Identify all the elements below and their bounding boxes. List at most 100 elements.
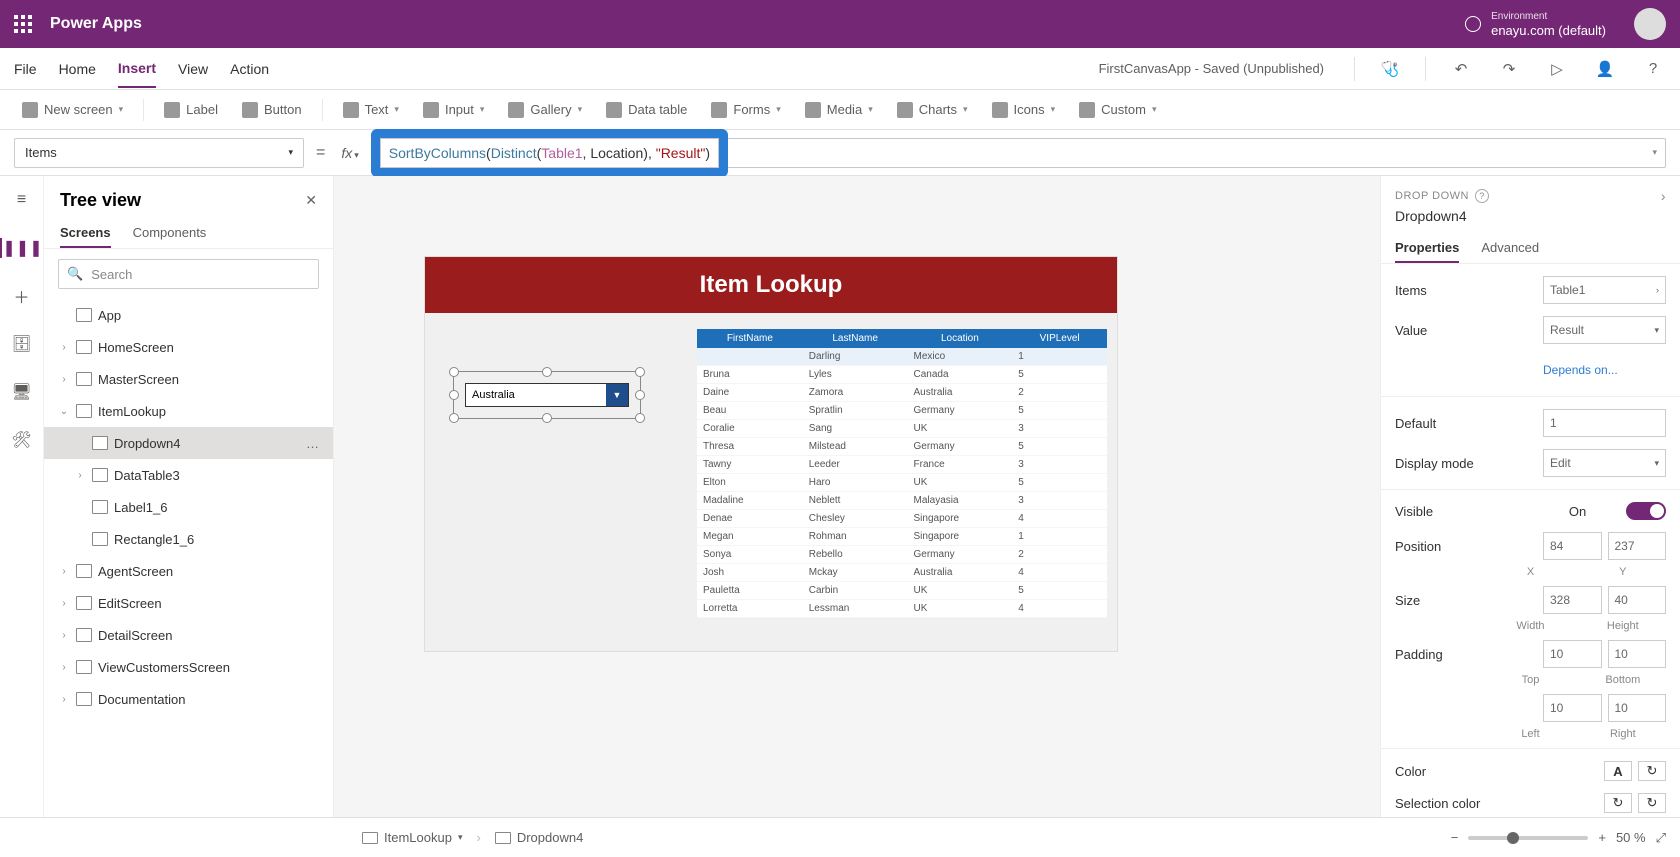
tree-item-dropdown4[interactable]: Dropdown4… xyxy=(44,427,333,459)
insert-input-label: Input xyxy=(445,102,474,117)
tree-item-label1-6[interactable]: Label1_6 xyxy=(44,491,333,523)
fit-to-window-icon[interactable]: ⤢ xyxy=(1656,830,1666,846)
prop-padtop-input[interactable]: 10 xyxy=(1543,640,1602,668)
font-color-swatch[interactable]: A xyxy=(1604,761,1632,781)
tree-search-input[interactable]: 🔍 Search xyxy=(58,259,319,289)
tree-item-documentation[interactable]: ›Documentation xyxy=(44,683,333,715)
tree-item-homescreen[interactable]: ›HomeScreen xyxy=(44,331,333,363)
undo-icon[interactable]: ↶ xyxy=(1448,60,1474,78)
insert-custom-menu[interactable]: Custom▾ xyxy=(1071,98,1164,122)
table-row: EltonHaroUK5 xyxy=(697,474,1107,492)
user-avatar[interactable] xyxy=(1634,8,1666,40)
tree-item-itemlookup[interactable]: ⌄ItemLookup xyxy=(44,395,333,427)
gallery-icon xyxy=(508,102,524,118)
breadcrumb-screen[interactable]: ItemLookup▾ xyxy=(362,830,462,845)
menu-insert[interactable]: Insert xyxy=(118,50,156,88)
tree-item-agentscreen[interactable]: ›AgentScreen xyxy=(44,555,333,587)
new-screen-button[interactable]: New screen▾ xyxy=(14,98,131,122)
insert-label-button[interactable]: Label xyxy=(156,98,226,122)
close-tree-icon[interactable]: ✕ xyxy=(305,192,317,209)
insert-gallery-menu[interactable]: Gallery▾ xyxy=(500,98,590,122)
prop-width-input[interactable]: 328 xyxy=(1543,586,1602,614)
visible-toggle[interactable] xyxy=(1626,502,1666,520)
prop-color-label: Color xyxy=(1395,764,1535,779)
tree-view-icon[interactable]: ❚❚❚ xyxy=(0,238,44,258)
tree-item-masterscreen[interactable]: ›MasterScreen xyxy=(44,363,333,395)
app-checker-icon[interactable]: 🩺 xyxy=(1377,60,1403,78)
product-name: Power Apps xyxy=(50,15,142,33)
prop-y-input[interactable]: 237 xyxy=(1608,532,1667,560)
environment-label: Environment xyxy=(1491,10,1606,24)
hamburger-icon[interactable]: ≡ xyxy=(12,190,32,210)
insert-datatable-button[interactable]: Data table xyxy=(598,98,695,122)
insert-icons-menu[interactable]: Icons▾ xyxy=(984,98,1064,122)
prop-default-input[interactable]: 1 xyxy=(1543,409,1666,437)
advanced-tools-icon[interactable]: 🛠 xyxy=(12,430,32,450)
insert-forms-menu[interactable]: Forms▾ xyxy=(703,98,788,122)
formula-input[interactable]: SortByColumns(Distinct(Table1, Location)… xyxy=(380,138,719,168)
tree-label: AgentScreen xyxy=(98,564,173,579)
media-icon xyxy=(805,102,821,118)
search-icon: 🔍 xyxy=(67,266,83,282)
prop-position-label: Position xyxy=(1395,539,1535,554)
table-row: ThresaMilsteadGermany5 xyxy=(697,438,1107,456)
fill-color-swatch[interactable]: ↻ xyxy=(1638,761,1666,781)
menu-action[interactable]: Action xyxy=(230,51,269,87)
app-launcher-icon[interactable] xyxy=(14,15,32,33)
dropdown-control[interactable]: Australia ▼ xyxy=(465,383,629,407)
formula-expand[interactable]: ▾ xyxy=(728,138,1666,168)
app-canvas[interactable]: Item Lookup Australia ▼ FirstNameLastNam… xyxy=(334,176,1380,817)
insert-button-button[interactable]: Button xyxy=(234,98,310,122)
menu-home[interactable]: Home xyxy=(59,51,96,87)
depends-on-link[interactable]: Depends on... xyxy=(1543,356,1666,384)
zoom-out-button[interactable]: − xyxy=(1451,830,1459,845)
menu-view[interactable]: View xyxy=(178,51,208,87)
media-pane-icon[interactable]: 🖥 xyxy=(12,382,32,402)
prop-items-input[interactable]: Table1› xyxy=(1543,276,1666,304)
tree-item-app[interactable]: App xyxy=(44,299,333,331)
insert-text-menu[interactable]: Text▾ xyxy=(335,98,407,122)
environment-selector[interactable]: Environment enayu.com (default) xyxy=(1491,10,1606,38)
tree-item-datatable3[interactable]: ›DataTable3 xyxy=(44,459,333,491)
insert-charts-menu[interactable]: Charts▾ xyxy=(889,98,976,122)
prop-displaymode-input[interactable]: Edit▾ xyxy=(1543,449,1666,477)
tab-components[interactable]: Components xyxy=(133,219,207,248)
tab-screens[interactable]: Screens xyxy=(60,219,111,248)
help-icon[interactable]: ? xyxy=(1475,189,1489,203)
prop-x-input[interactable]: 84 xyxy=(1543,532,1602,560)
selection-fill-swatch[interactable]: ↻ xyxy=(1638,793,1666,813)
prop-padleft-input[interactable]: 10 xyxy=(1543,694,1602,722)
collapse-panel-icon[interactable]: › xyxy=(1661,188,1666,204)
insert-pane-icon[interactable]: ＋ xyxy=(12,286,32,306)
tree-item-rectangle1-6[interactable]: Rectangle1_6 xyxy=(44,523,333,555)
selection-color-swatch[interactable]: ↻ xyxy=(1604,793,1632,813)
insert-input-menu[interactable]: Input▾ xyxy=(415,98,492,122)
breadcrumb-control[interactable]: Dropdown4 xyxy=(495,830,584,845)
prop-padright-input[interactable]: 10 xyxy=(1608,694,1667,722)
tab-advanced[interactable]: Advanced xyxy=(1481,234,1539,263)
prop-padbottom-input[interactable]: 10 xyxy=(1608,640,1667,668)
text-icon xyxy=(343,102,359,118)
tree-item-detailscreen[interactable]: ›DetailScreen xyxy=(44,619,333,651)
zoom-in-button[interactable]: + xyxy=(1598,830,1606,845)
prop-value-input[interactable]: Result▾ xyxy=(1543,316,1666,344)
prop-height-input[interactable]: 40 xyxy=(1608,586,1667,614)
fx-button[interactable]: fx▾ xyxy=(337,145,362,161)
property-selector[interactable]: Items▾ xyxy=(14,138,304,168)
tree-item-viewcustomersscreen[interactable]: ›ViewCustomersScreen xyxy=(44,651,333,683)
play-icon[interactable]: ▷ xyxy=(1544,60,1570,78)
tree-item-editscreen[interactable]: ›EditScreen xyxy=(44,587,333,619)
rectangle-icon xyxy=(92,532,108,546)
menu-file[interactable]: File xyxy=(14,51,37,87)
tree-label: DataTable3 xyxy=(114,468,180,483)
more-menu-icon[interactable]: … xyxy=(306,436,321,451)
tab-properties[interactable]: Properties xyxy=(1395,234,1459,263)
data-pane-icon[interactable]: 🗄 xyxy=(12,334,32,354)
zoom-slider[interactable] xyxy=(1468,836,1588,840)
share-icon[interactable]: 👤 xyxy=(1592,60,1618,78)
redo-icon[interactable]: ↷ xyxy=(1496,60,1522,78)
insert-media-menu[interactable]: Media▾ xyxy=(797,98,881,122)
table-row: DaineZamoraAustralia2 xyxy=(697,384,1107,402)
help-icon[interactable]: ? xyxy=(1640,60,1666,77)
height-sublabel: Height xyxy=(1580,620,1666,632)
